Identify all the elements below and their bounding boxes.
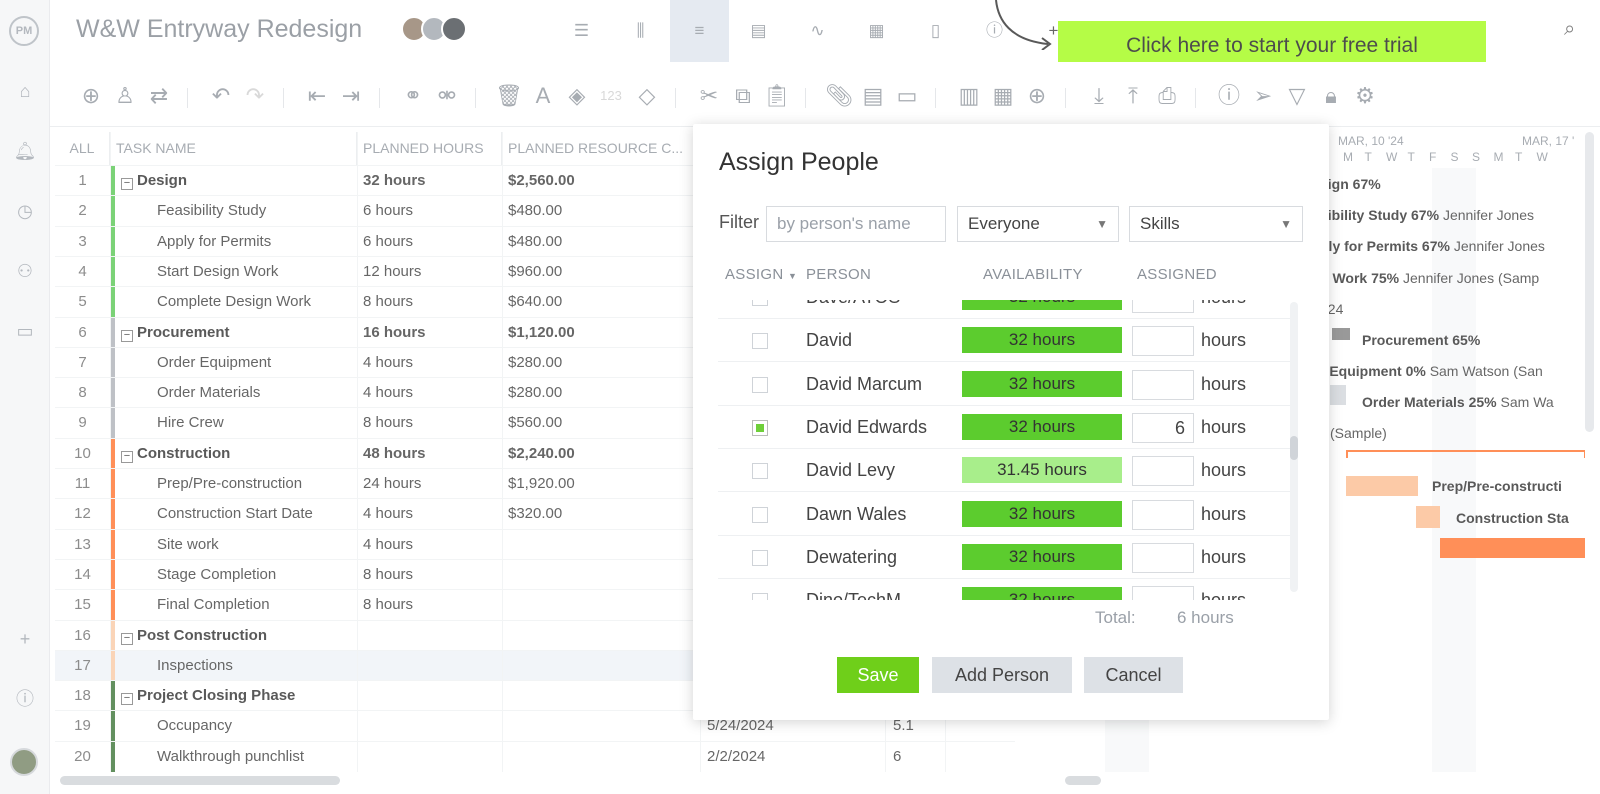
hours-unit: hours — [1201, 416, 1247, 437]
person-row[interactable]: David Marcum 32 hours hours — [718, 363, 1293, 406]
person-row[interactable]: Dewatering 32 hours hours — [718, 536, 1293, 579]
assigned-hours-input[interactable] — [1132, 542, 1194, 573]
hours-unit: hours — [1201, 300, 1246, 308]
assign-checkbox[interactable] — [752, 506, 768, 523]
assign-checkbox[interactable] — [752, 549, 768, 566]
th-availability: AVAILABILITY — [983, 266, 1083, 283]
hours-unit: hours — [1201, 546, 1247, 567]
assigned-hours-input[interactable]: 6 — [1132, 412, 1194, 443]
availability-badge: 32 hours — [962, 327, 1122, 354]
assign-people-dialog: Assign People Filter Everyone▼ Skills▼ A… — [693, 124, 1329, 720]
person-name: Dawn Wales — [806, 503, 907, 524]
assigned-hours-input[interactable] — [1132, 326, 1194, 357]
person-row[interactable]: David Edwards 32 hours 6 hours — [718, 406, 1293, 449]
people-list: Dave/ATOS 32 hours hours David 32 hours hours… — [718, 300, 1293, 600]
person-name: Dewatering — [806, 546, 898, 567]
person-row[interactable]: Dawn Wales 32 hours hours — [718, 493, 1293, 536]
availability-badge: 32 hours — [962, 370, 1122, 397]
assign-checkbox[interactable] — [752, 376, 768, 393]
assigned-hours-input[interactable] — [1132, 369, 1194, 400]
person-name: David — [806, 330, 853, 351]
person-name: Dino/TechM — [806, 590, 901, 600]
assigned-hours-input[interactable] — [1132, 456, 1194, 487]
total-value: 6 hours — [1177, 608, 1234, 627]
assigned-hours-input[interactable] — [1132, 300, 1194, 313]
person-row[interactable]: David Levy 31.45 hours hours — [718, 449, 1293, 493]
everyone-dropdown[interactable]: Everyone ▼ — [957, 206, 1119, 242]
total-label: Total: — [1095, 608, 1136, 627]
people-list-scroll-thumb[interactable] — [1290, 436, 1298, 460]
chevron-down-icon: ▼ — [1096, 217, 1108, 231]
availability-badge: 31.45 hours — [962, 457, 1122, 484]
th-assign[interactable]: ASSIGN ▼ — [725, 266, 797, 283]
person-row[interactable]: Dino/TechM 32 hours hours — [718, 579, 1293, 600]
person-name: David Levy — [806, 460, 896, 481]
hours-unit: hours — [1201, 590, 1246, 600]
availability-badge: 32 hours — [962, 500, 1122, 527]
chevron-down-icon: ▼ — [1280, 217, 1292, 231]
assign-checkbox[interactable] — [752, 463, 768, 480]
skills-dropdown[interactable]: Skills ▼ — [1129, 206, 1303, 242]
th-person: PERSON — [806, 266, 872, 283]
assign-checkbox[interactable] — [752, 593, 768, 600]
assign-checkbox[interactable] — [752, 419, 768, 436]
person-row[interactable]: Dave/ATOS 32 hours hours — [718, 300, 1293, 319]
assign-checkbox[interactable] — [752, 333, 768, 350]
th-assigned: ASSIGNED — [1137, 266, 1217, 283]
dialog-title: Assign People — [719, 148, 879, 176]
add-person-button[interactable]: Add Person — [932, 657, 1072, 693]
filter-label: Filter — [719, 212, 759, 232]
assigned-hours-input[interactable] — [1132, 586, 1194, 600]
hours-unit: hours — [1201, 330, 1247, 351]
assign-checkbox[interactable] — [752, 300, 768, 306]
person-name: David Marcum — [806, 373, 923, 394]
availability-badge: 32 hours — [962, 587, 1122, 600]
person-name: Dave/ATOS — [806, 300, 900, 308]
person-name: David Edwards — [806, 416, 928, 437]
save-button[interactable]: Save — [837, 657, 919, 693]
assigned-hours-input[interactable] — [1132, 499, 1194, 530]
availability-badge: 32 hours — [962, 413, 1122, 440]
hours-unit: hours — [1201, 460, 1247, 481]
hours-unit: hours — [1201, 373, 1247, 394]
person-filter-input[interactable] — [766, 206, 946, 242]
hours-unit: hours — [1201, 503, 1247, 524]
availability-badge: 32 hours — [962, 543, 1122, 570]
person-row[interactable]: David 32 hours hours — [718, 319, 1293, 363]
availability-badge: 32 hours — [962, 300, 1122, 310]
cancel-button[interactable]: Cancel — [1084, 657, 1183, 693]
